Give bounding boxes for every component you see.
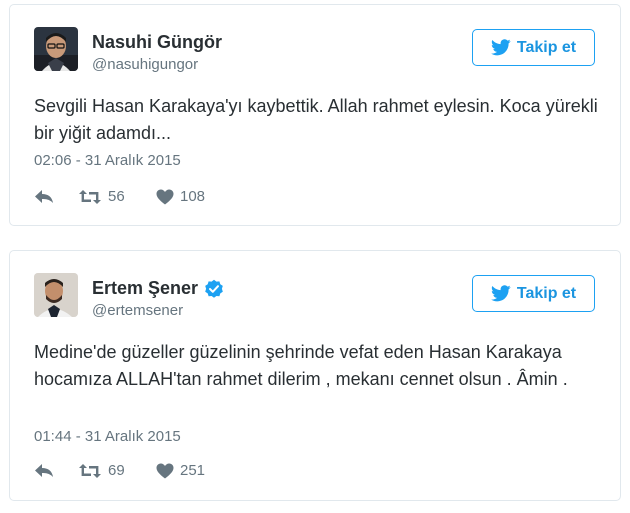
tweet-actions: 69 251 bbox=[34, 462, 205, 479]
tweet-actions: 56 108 bbox=[34, 188, 205, 205]
author-name-text[interactable]: Ertem Şener bbox=[92, 278, 198, 299]
author-name-text[interactable]: Nasuhi Güngör bbox=[92, 32, 222, 53]
heart-icon bbox=[156, 463, 174, 478]
twitter-bird-icon bbox=[490, 285, 511, 302]
verified-badge-icon bbox=[205, 279, 223, 298]
tweet-card: Nasuhi Güngör @nasuhigungor Takip et Sev… bbox=[9, 4, 621, 226]
tweet-text: Medine'de güzeller güzelinin şehrinde ve… bbox=[34, 342, 568, 389]
retweet-count: 56 bbox=[108, 188, 125, 205]
avatar[interactable] bbox=[34, 27, 78, 71]
author-handle[interactable]: @nasuhigungor bbox=[92, 56, 198, 73]
author-name[interactable]: Ertem Şener bbox=[92, 278, 224, 299]
reply-button[interactable] bbox=[34, 189, 78, 205]
reply-icon bbox=[35, 463, 53, 477]
follow-button[interactable]: Takip et bbox=[472, 275, 595, 312]
reply-button[interactable] bbox=[34, 463, 78, 479]
like-count: 108 bbox=[180, 188, 206, 205]
like-button[interactable]: 108 bbox=[156, 188, 205, 205]
retweet-icon bbox=[79, 463, 101, 478]
tweet-timestamp[interactable]: 01:44 - 31 Aralık 2015 bbox=[34, 428, 181, 445]
reply-icon bbox=[35, 189, 53, 203]
author-name[interactable]: Nasuhi Güngör bbox=[92, 32, 222, 53]
retweet-icon bbox=[79, 189, 101, 204]
retweet-count: 69 bbox=[108, 462, 125, 479]
like-count: 251 bbox=[180, 462, 206, 479]
tweet-text: Sevgili Hasan Karakaya'yı kaybettik. All… bbox=[34, 96, 598, 143]
retweet-button[interactable]: 56 bbox=[78, 188, 156, 205]
twitter-bird-icon bbox=[490, 39, 511, 56]
heart-icon bbox=[156, 189, 174, 204]
like-button[interactable]: 251 bbox=[156, 462, 205, 479]
follow-button-label: Takip et bbox=[516, 38, 577, 56]
follow-button-label: Takip et bbox=[516, 284, 577, 302]
avatar[interactable] bbox=[34, 273, 78, 317]
follow-button[interactable]: Takip et bbox=[472, 29, 595, 66]
tweet-timestamp[interactable]: 02:06 - 31 Aralık 2015 bbox=[34, 152, 181, 169]
author-handle[interactable]: @ertemsener bbox=[92, 302, 183, 319]
tweet-card: Ertem Şener @ertemsener Takip et Medine'… bbox=[9, 250, 621, 501]
retweet-button[interactable]: 69 bbox=[78, 462, 156, 479]
